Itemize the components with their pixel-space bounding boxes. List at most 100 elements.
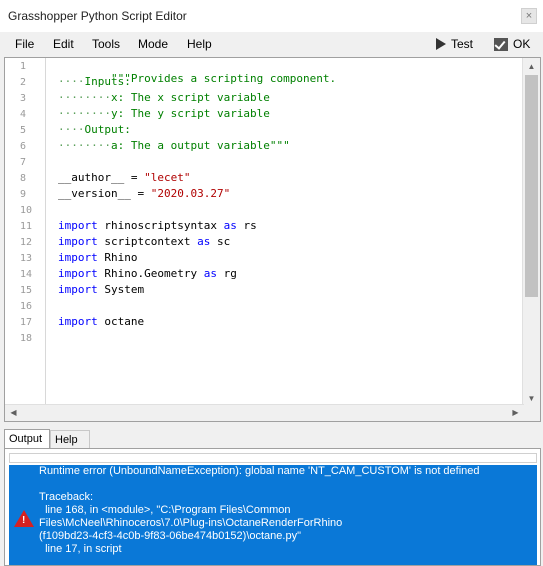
window-title: Grasshopper Python Script Editor	[8, 9, 187, 23]
code-line-9: __version__ = "2020.03.27"	[58, 187, 230, 200]
checkmark-icon	[494, 37, 508, 51]
code-text-area[interactable]: """Provides a scripting component. ····I…	[46, 58, 524, 407]
menu-file[interactable]: File	[15, 37, 34, 51]
menu-help[interactable]: Help	[187, 37, 212, 51]
line-number: 2	[20, 77, 27, 88]
docstring: y: The y script variable	[110, 107, 270, 120]
vertical-scrollbar[interactable]: ▲ ▼	[522, 58, 540, 407]
line-number: 4	[20, 109, 27, 120]
menu-mode[interactable]: Mode	[138, 37, 168, 51]
line-number: 14	[20, 269, 33, 280]
line-number: 9	[20, 189, 27, 200]
error-summary: Runtime error (UnboundNameException): gl…	[39, 465, 480, 477]
traceback-line: Files\McNeel\Rhinoceros\7.0\Plug-ins\Oct…	[39, 517, 343, 529]
ok-label: OK	[513, 37, 531, 51]
scroll-thumb[interactable]	[525, 75, 538, 297]
traceback-line: line 168, in <module>, "C:\Program Files…	[39, 504, 291, 516]
keyword: import	[58, 219, 98, 232]
line-number: 15	[20, 285, 33, 296]
module-name: octane	[97, 315, 145, 328]
output-header-row	[9, 453, 537, 463]
traceback-heading: Traceback:	[39, 491, 94, 503]
line-number: 12	[20, 237, 33, 248]
line-number: 8	[20, 173, 27, 184]
keyword: import	[58, 315, 98, 328]
code-line-8: __author__ = "lecet"	[58, 171, 190, 184]
menu-tools[interactable]: Tools	[92, 37, 120, 51]
keyword: import	[58, 267, 98, 280]
warning-mark: !	[22, 515, 26, 526]
alias-name: rg	[216, 267, 237, 280]
scroll-right-icon[interactable]: ▶	[507, 405, 524, 421]
docstring: Output:	[84, 123, 131, 136]
scroll-up-icon[interactable]: ▲	[523, 58, 540, 75]
docstring: a: The a output variable"""	[110, 139, 290, 152]
line-number: 16	[20, 301, 33, 312]
line-number-gutter: 1 2 3 4 5 6 7 8 9 10 11 12 13 14 15 16 1…	[5, 58, 46, 407]
code-editor[interactable]: 1 2 3 4 5 6 7 8 9 10 11 12 13 14 15 16 1…	[4, 57, 541, 422]
traceback-line: line 17, in script	[39, 543, 122, 555]
module-name: System	[97, 283, 145, 296]
indent-dots: ········	[58, 139, 111, 152]
string-literal: "lecet"	[144, 171, 191, 184]
menu-edit[interactable]: Edit	[53, 37, 74, 51]
docstring: Inputs:	[84, 75, 131, 88]
indent-dots: ····	[58, 75, 85, 88]
module-name: Rhino.Geometry	[97, 267, 204, 280]
line-number: 3	[20, 93, 27, 104]
alias-name: rs	[236, 219, 257, 232]
code-line-15: import System	[58, 283, 144, 296]
code-line-11: import rhinoscriptsyntax as rs	[58, 219, 257, 232]
code-line-2: ····Inputs:	[58, 75, 131, 88]
keyword: import	[58, 283, 98, 296]
menu-bar: File Edit Tools Mode Help Test OK	[0, 32, 543, 56]
code-line-17: import octane	[58, 315, 144, 328]
line-number: 11	[20, 221, 33, 232]
alias-name: sc	[210, 235, 231, 248]
docstring: x: The x script variable	[110, 91, 270, 104]
string-literal: "2020.03.27"	[150, 187, 231, 200]
keyword: as	[197, 235, 211, 248]
code-line-12: import scriptcontext as sc	[58, 235, 230, 248]
line-number: 13	[20, 253, 33, 264]
code-line-14: import Rhino.Geometry as rg	[58, 267, 237, 280]
line-number: 5	[20, 125, 27, 136]
code-line-3: ········x: The x script variable	[58, 91, 270, 104]
error-message-text: Runtime error (UnboundNameException): gl…	[39, 465, 534, 556]
error-message-row[interactable]: ! Runtime error (UnboundNameException): …	[9, 465, 537, 565]
code-line-5: ····Output:	[58, 123, 131, 136]
tab-help[interactable]: Help	[50, 430, 90, 448]
play-icon	[436, 38, 446, 50]
keyword: as	[203, 267, 217, 280]
line-number: 17	[20, 317, 33, 328]
variable-name: __author__ =	[58, 171, 145, 184]
title-bar: Grasshopper Python Script Editor ×	[0, 0, 543, 33]
module-name: rhinoscriptsyntax	[97, 219, 224, 232]
line-number: 10	[20, 205, 33, 216]
script-editor-window: Grasshopper Python Script Editor × File …	[0, 0, 543, 566]
indent-dots: ····	[58, 123, 85, 136]
module-name: Rhino	[97, 251, 138, 264]
keyword: import	[58, 251, 98, 264]
code-line-13: import Rhino	[58, 251, 138, 264]
line-number: 1	[20, 61, 27, 72]
traceback-line: (f109bd23-4cf3-4c0b-9f83-06be474b0152)\o…	[39, 530, 301, 542]
tab-output[interactable]: Output	[4, 429, 50, 449]
close-icon[interactable]: ×	[521, 8, 537, 24]
variable-name: __version__ =	[58, 187, 151, 200]
code-line-4: ········y: The y script variable	[58, 107, 270, 120]
ok-button[interactable]: OK	[494, 36, 530, 52]
test-button[interactable]: Test	[436, 36, 473, 52]
code-line-6: ········a: The a output variable"""	[58, 139, 290, 152]
line-number: 18	[20, 333, 33, 344]
docstring: """Provides a scripting component.	[110, 72, 337, 85]
output-list[interactable]: ! Runtime error (UnboundNameException): …	[4, 448, 541, 566]
indent-dots: ········	[58, 91, 111, 104]
horizontal-scrollbar[interactable]: ◀ ▶	[5, 404, 524, 421]
scrollbar-corner	[523, 405, 540, 421]
indent-dots: ········	[58, 107, 111, 120]
scroll-left-icon[interactable]: ◀	[5, 405, 22, 421]
line-number: 6	[20, 141, 27, 152]
test-label: Test	[451, 37, 474, 51]
